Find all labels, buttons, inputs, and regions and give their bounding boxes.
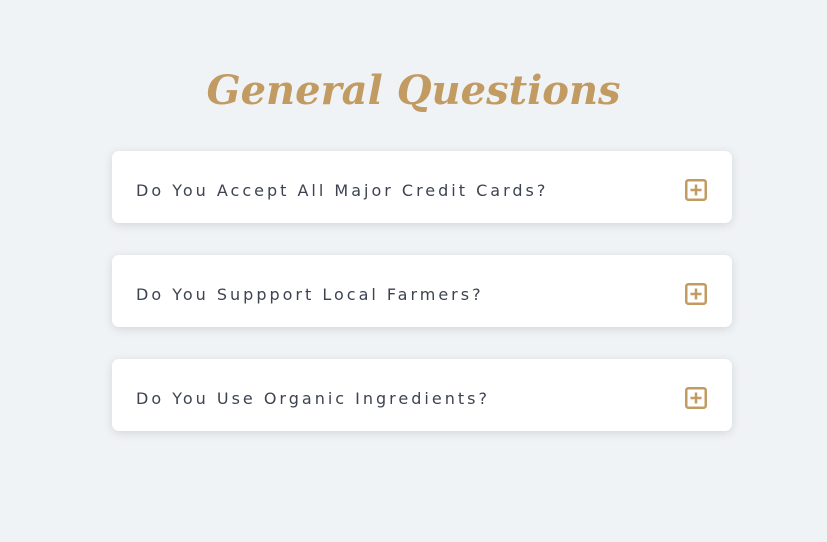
faq-question: Do You Accept All Major Credit Cards? — [136, 181, 549, 200]
section-title: General Questions — [206, 66, 621, 114]
faq-list: Do You Accept All Major Credit Cards? Do… — [112, 151, 732, 463]
faq-item-credit-cards[interactable]: Do You Accept All Major Credit Cards? — [112, 151, 732, 223]
plus-square-icon[interactable] — [685, 387, 707, 409]
plus-square-icon[interactable] — [685, 283, 707, 305]
faq-item-local-farmers[interactable]: Do You Suppport Local Farmers? — [112, 255, 732, 327]
faq-item-organic-ingredients[interactable]: Do You Use Organic Ingredients? — [112, 359, 732, 431]
plus-square-icon[interactable] — [685, 179, 707, 201]
faq-question: Do You Suppport Local Farmers? — [136, 285, 484, 304]
faq-question: Do You Use Organic Ingredients? — [136, 389, 490, 408]
